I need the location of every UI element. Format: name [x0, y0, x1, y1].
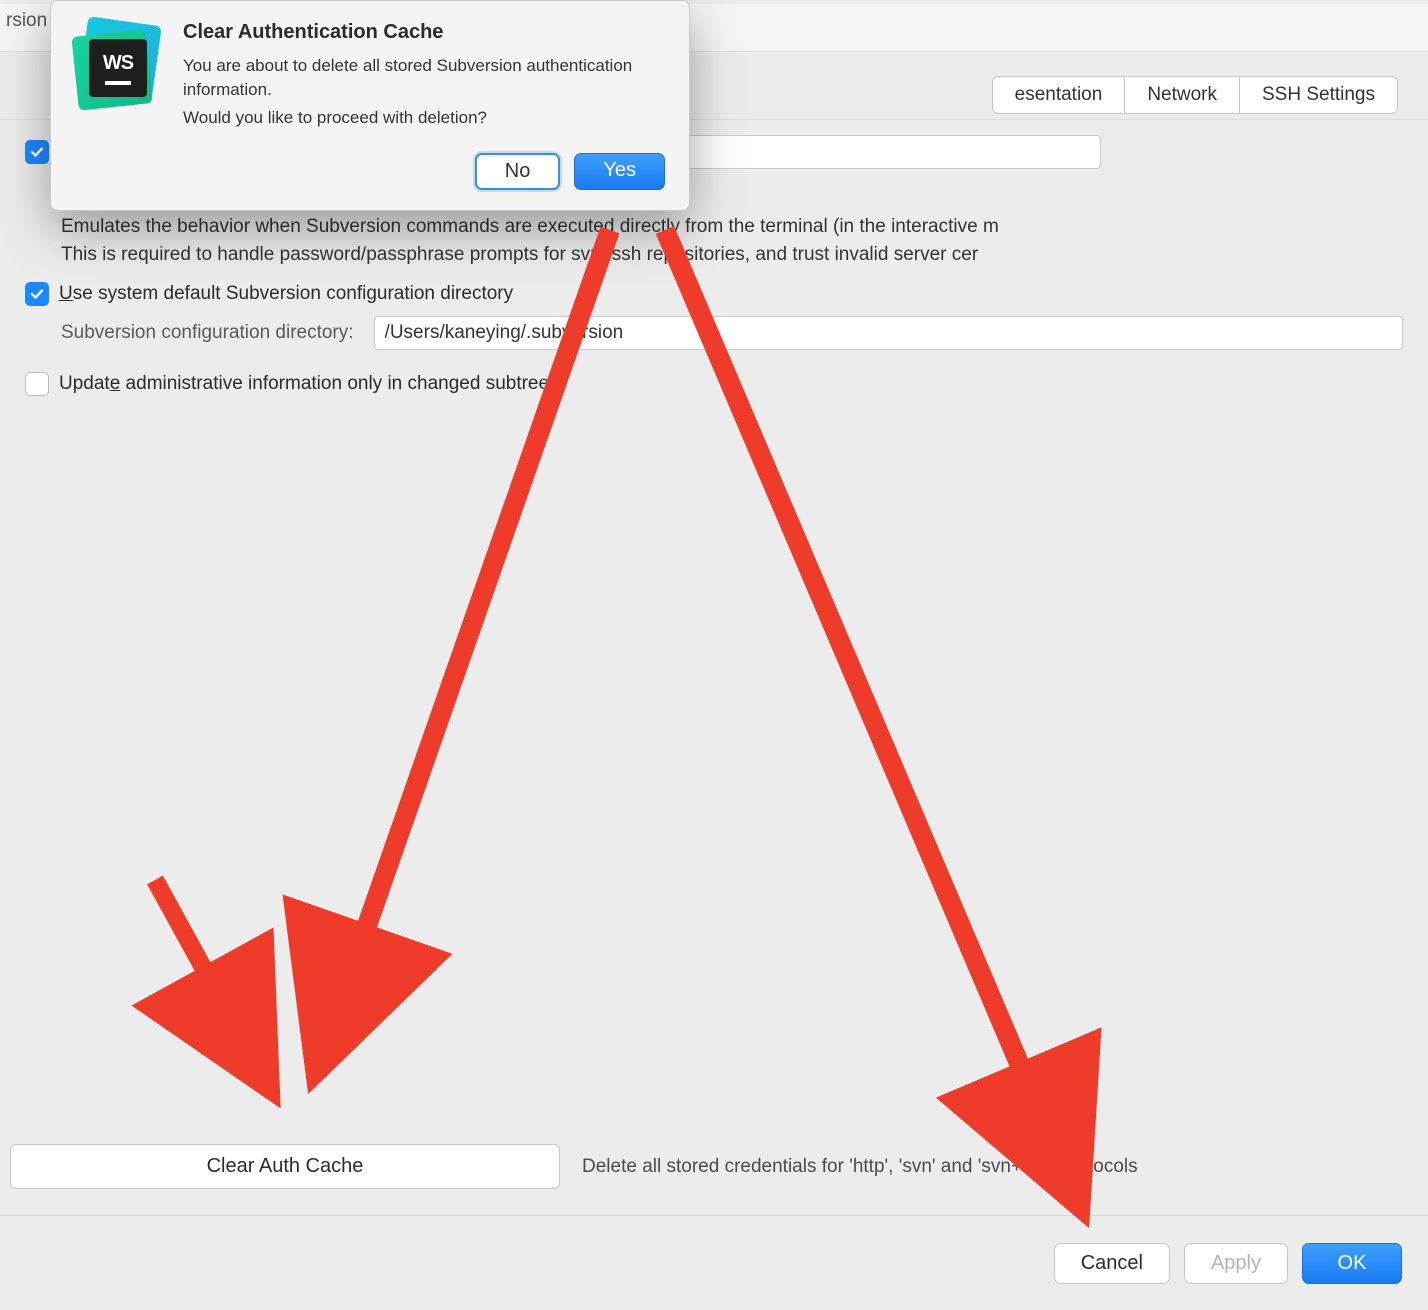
dialog-title: Clear Authentication Cache — [183, 21, 665, 44]
webstorm-app-icon: WS — [75, 21, 161, 107]
use-system-dir-checkbox[interactable] — [25, 282, 49, 306]
dialog-message-1: You are about to delete all stored Subve… — [183, 54, 665, 102]
dialog-yes-button[interactable]: Yes — [574, 153, 665, 190]
config-dir-field[interactable] — [374, 316, 1403, 350]
tab-network[interactable]: Network — [1124, 76, 1240, 114]
use-system-dir-row: Use system default Subversion configurat… — [25, 282, 1403, 306]
update-admin-checkbox[interactable] — [25, 372, 49, 396]
update-admin-row: Update administrative information only i… — [25, 372, 1403, 396]
dialog-footer: Cancel Apply OK — [0, 1215, 1428, 1310]
dialog-no-button[interactable]: No — [475, 153, 561, 190]
use-command-line-checkbox[interactable] — [25, 140, 49, 164]
apply-button[interactable]: Apply — [1184, 1243, 1288, 1284]
tab-presentation[interactable]: esentation — [992, 76, 1126, 114]
tab-ssh-settings[interactable]: SSH Settings — [1239, 76, 1398, 114]
dialog-message-2: Would you like to proceed with deletion? — [183, 106, 665, 130]
config-dir-row: Subversion configuration directory: — [61, 316, 1403, 350]
clear-auth-cache-button[interactable]: Clear Auth Cache — [10, 1144, 560, 1189]
use-system-dir-label: Use system default Subversion configurat… — [59, 283, 513, 305]
clear-auth-hint: Delete all stored credentials for 'http'… — [582, 1156, 1138, 1178]
settings-panel: Use command line client: Enable interact… — [0, 125, 1428, 1215]
ok-button[interactable]: OK — [1302, 1243, 1402, 1284]
cancel-button[interactable]: Cancel — [1054, 1243, 1170, 1284]
config-dir-label: Subversion configuration directory: — [61, 322, 354, 344]
clear-auth-row: Clear Auth Cache Delete all stored crede… — [0, 1144, 1428, 1215]
interactive-help-text: Emulates the behavior when Subversion co… — [61, 213, 1403, 268]
clear-auth-dialog: WS Clear Authentication Cache You are ab… — [50, 0, 690, 211]
update-admin-label: Update administrative information only i… — [59, 373, 559, 395]
